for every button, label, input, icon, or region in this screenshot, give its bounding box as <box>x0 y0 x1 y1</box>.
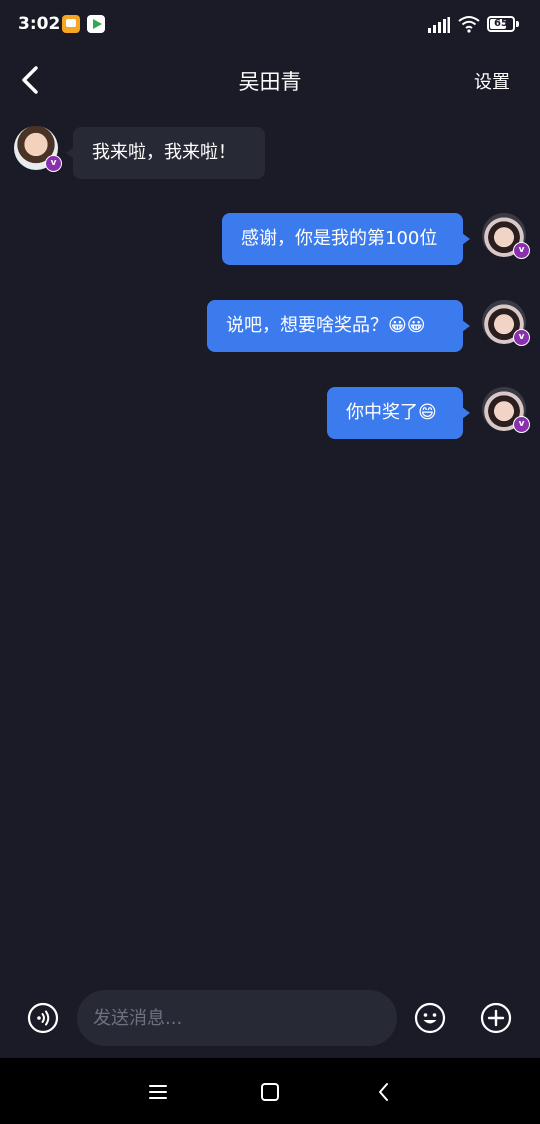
chat-header: 吴田青 设置 <box>0 50 540 110</box>
wifi-icon <box>458 16 480 33</box>
signal-icon <box>428 17 450 33</box>
self-avatar[interactable]: v <box>482 387 530 433</box>
message-bubble-outgoing[interactable]: 说吧，想要啥奖品？😀😀 <box>207 300 470 352</box>
battery-level: 65 <box>494 18 508 29</box>
input-bar <box>0 988 540 1052</box>
add-icon <box>480 1002 512 1034</box>
emoji-icon <box>414 1002 446 1034</box>
friend-avatar[interactable]: v <box>14 126 62 172</box>
vip-badge: v <box>513 242 530 259</box>
back-icon <box>379 1083 388 1101</box>
vip-badge: v <box>513 329 530 346</box>
page-title: 吴田青 <box>238 70 302 94</box>
emoji-button[interactable] <box>414 1002 446 1034</box>
message-bubble-outgoing[interactable]: 你中奖了😄 <box>327 387 470 439</box>
system-nav-bar <box>0 1058 540 1124</box>
settings-button[interactable]: 设置 <box>474 68 510 94</box>
message-bubble-incoming[interactable]: 我来啦，我来啦！ <box>66 127 265 179</box>
add-button[interactable] <box>480 1002 512 1034</box>
menu-icon <box>149 1085 167 1099</box>
self-avatar[interactable]: v <box>482 300 530 346</box>
play-store-icon <box>87 15 105 33</box>
vip-badge: v <box>513 416 530 433</box>
self-avatar[interactable]: v <box>482 213 530 259</box>
home-icon <box>261 1083 279 1101</box>
battery-tip <box>516 21 519 27</box>
vip-badge: v <box>45 155 62 172</box>
menu-button[interactable] <box>146 1080 170 1104</box>
nav-back-button[interactable] <box>372 1080 396 1104</box>
status-bar: 3:02 65 <box>0 0 540 50</box>
voice-icon <box>27 1002 59 1034</box>
status-time: 3:02 <box>18 14 61 34</box>
voice-button[interactable] <box>27 1002 59 1034</box>
message-notification-icon <box>62 15 80 33</box>
message-bubble-outgoing[interactable]: 感谢，你是我的第100位 <box>222 213 470 265</box>
battery-icon: 65 <box>487 16 515 32</box>
home-button[interactable] <box>258 1080 282 1104</box>
message-input[interactable] <box>77 990 397 1046</box>
